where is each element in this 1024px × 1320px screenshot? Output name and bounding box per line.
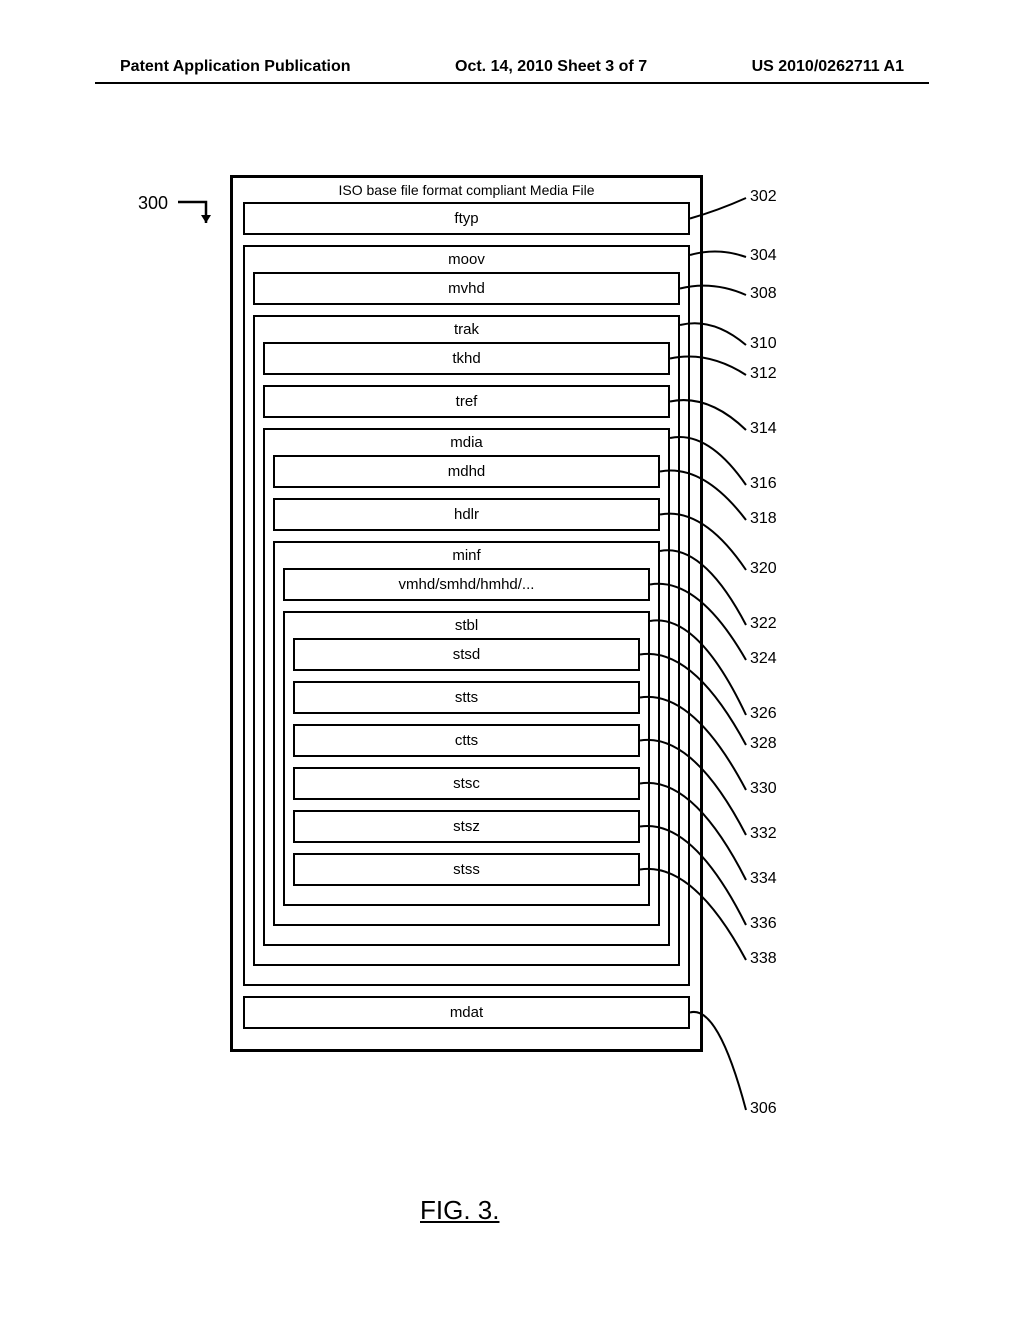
ref-label-316: 316 xyxy=(750,475,777,493)
ref-label-318: 318 xyxy=(750,510,777,528)
ref-label-308: 308 xyxy=(750,285,777,303)
ref-label-320: 320 xyxy=(750,560,777,578)
ref-label-336: 336 xyxy=(750,915,777,933)
figure-caption: FIG. 3. xyxy=(420,1195,499,1226)
box-ctts: ctts xyxy=(293,724,640,757)
label-mdia: mdia xyxy=(273,434,660,451)
ref-label-302: 302 xyxy=(750,188,777,206)
header-center: Oct. 14, 2010 Sheet 3 of 7 xyxy=(455,58,647,76)
box-mvhd: mvhd xyxy=(253,272,680,305)
ref-label-338: 338 xyxy=(750,950,777,968)
iso-file-box: ISO base file format compliant Media Fil… xyxy=(230,175,703,1052)
box-mdia: mdia mdhd hdlr minf vmhd/smhd/hmhd/... s… xyxy=(263,428,670,946)
box-mdat: mdat xyxy=(243,996,690,1029)
box-stsz: stsz xyxy=(293,810,640,843)
box-moov: moov mvhd trak tkhd tref mdia mdhd hdlr … xyxy=(243,245,690,986)
ref-label-330: 330 xyxy=(750,780,777,798)
box-hdlr: hdlr xyxy=(273,498,660,531)
box-minf: minf vmhd/smhd/hmhd/... stbl stsd stts c… xyxy=(273,541,660,926)
ref-label-332: 332 xyxy=(750,825,777,843)
header-rule xyxy=(95,82,929,84)
box-tkhd: tkhd xyxy=(263,342,670,375)
ref-label-300: 300 xyxy=(138,193,168,214)
ref-label-306: 306 xyxy=(750,1100,777,1118)
box-stsc: stsc xyxy=(293,767,640,800)
header-right: US 2010/0262711 A1 xyxy=(752,58,904,76)
ref-label-334: 334 xyxy=(750,870,777,888)
box-ftyp: ftyp xyxy=(243,202,690,235)
label-stbl: stbl xyxy=(293,617,640,634)
box-trak: trak tkhd tref mdia mdhd hdlr minf vmhd/… xyxy=(253,315,680,966)
box-tref: tref xyxy=(263,385,670,418)
page-header: Patent Application Publication Oct. 14, … xyxy=(0,58,1024,76)
ref-label-314: 314 xyxy=(750,420,777,438)
header-left: Patent Application Publication xyxy=(120,58,351,76)
box-stss: stss xyxy=(293,853,640,886)
ref-label-312: 312 xyxy=(750,365,777,383)
box-vmhd: vmhd/smhd/hmhd/... xyxy=(283,568,650,601)
ref-label-328: 328 xyxy=(750,735,777,753)
ref-label-310: 310 xyxy=(750,335,777,353)
box-stsd: stsd xyxy=(293,638,640,671)
pointer-300-icon xyxy=(178,198,228,234)
ref-label-326: 326 xyxy=(750,705,777,723)
iso-file-title: ISO base file format compliant Media Fil… xyxy=(243,182,690,198)
box-stts: stts xyxy=(293,681,640,714)
label-trak: trak xyxy=(263,321,670,338)
ref-label-322: 322 xyxy=(750,615,777,633)
label-minf: minf xyxy=(283,547,650,564)
ref-label-304: 304 xyxy=(750,247,777,265)
label-moov: moov xyxy=(253,251,680,268)
box-stbl: stbl stsd stts ctts stsc stsz stss xyxy=(283,611,650,906)
box-mdhd: mdhd xyxy=(273,455,660,488)
ref-label-324: 324 xyxy=(750,650,777,668)
